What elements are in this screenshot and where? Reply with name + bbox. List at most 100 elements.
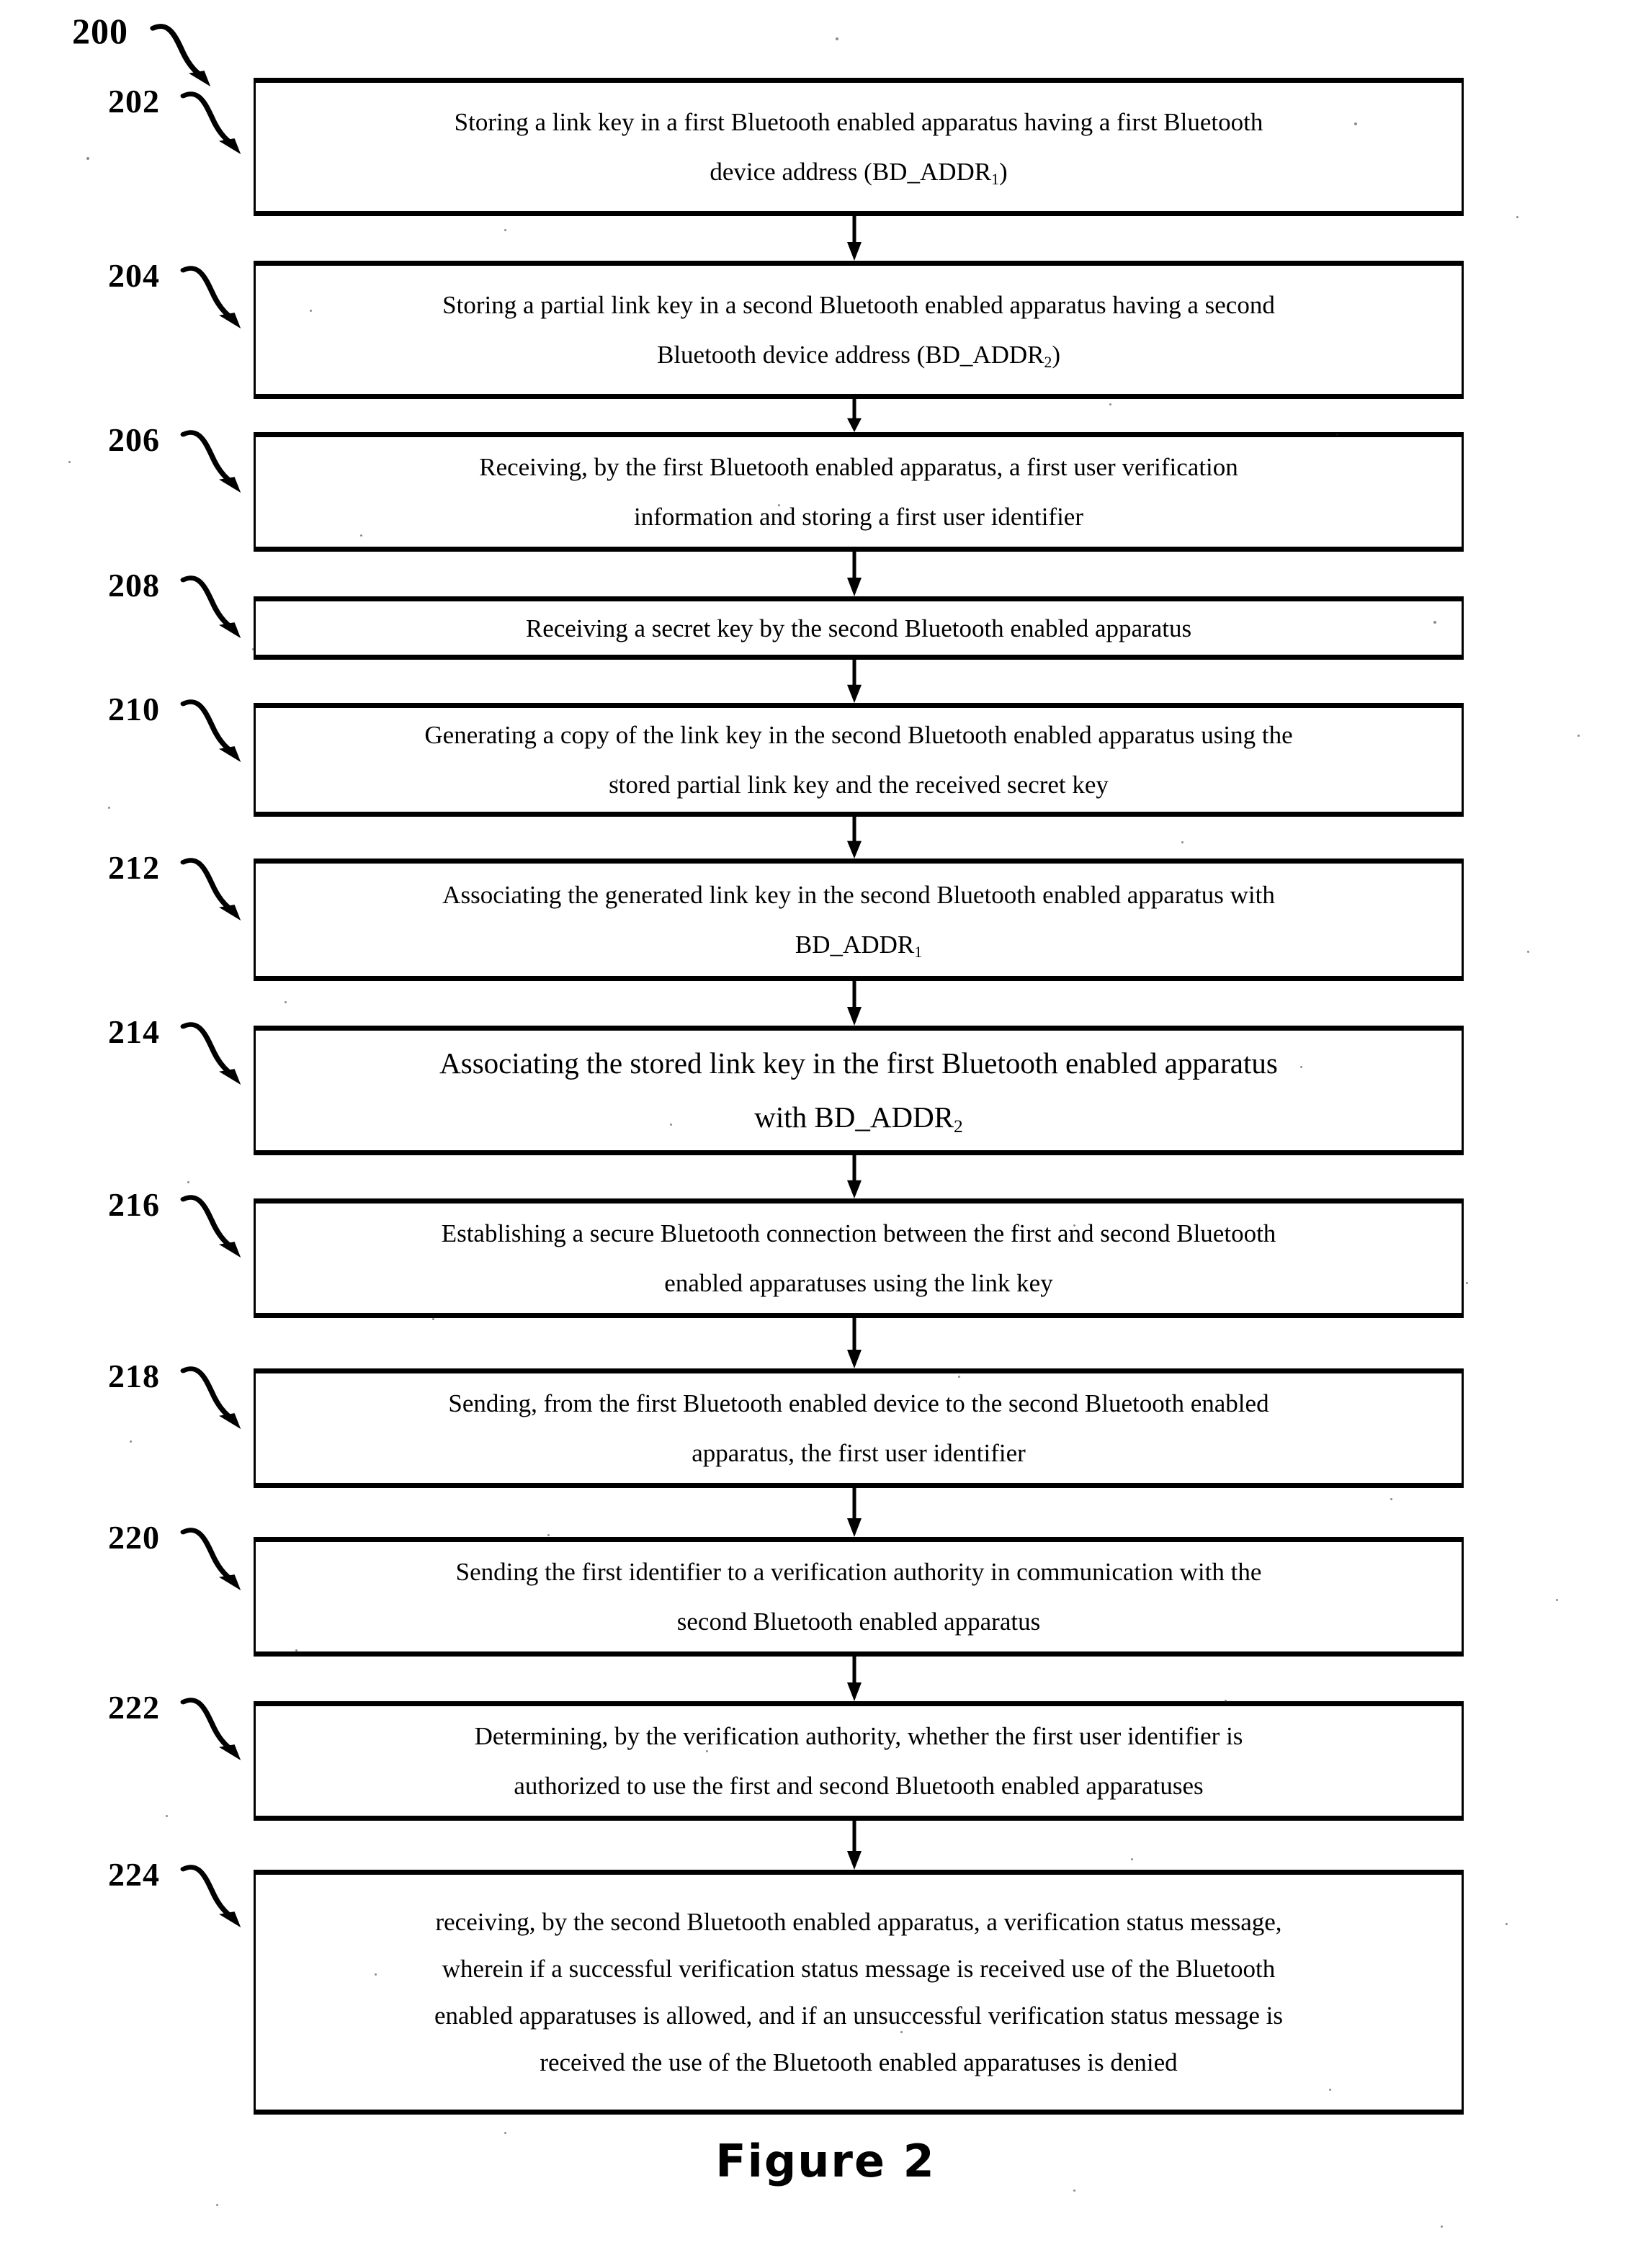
- process-box-216-line-2: enabled apparatuses using the link key: [664, 1269, 1053, 1297]
- process-box-224: receiving, by the second Bluetooth enabl…: [254, 1870, 1464, 2115]
- process-box-212: Associating the generated link key in th…: [254, 859, 1464, 981]
- connector-arrow-212-to-214: [847, 981, 862, 1026]
- scan-speck: [1527, 951, 1529, 953]
- scan-speck: [706, 1750, 708, 1752]
- reference-number-204: 204: [108, 257, 160, 294]
- process-box-202-line-2: device address (BD_ADDR1): [710, 158, 1008, 189]
- reference-number-208: 208: [108, 567, 160, 604]
- process-box-220-line-2: second Bluetooth enabled apparatus: [676, 1608, 1041, 1636]
- process-box-204-line-2: Bluetooth device address (BD_ADDR2): [656, 341, 1061, 372]
- reference-number-212: 212: [108, 849, 160, 886]
- process-box-214-line-2: with BD_ADDR2: [754, 1101, 963, 1137]
- leader-arrow-220: [180, 1528, 241, 1591]
- reference-number-224: 224: [108, 1856, 160, 1893]
- connector-arrow-216-to-218: [847, 1318, 862, 1368]
- scan-speck: [1390, 1498, 1392, 1500]
- connector-arrow-222-to-224: [847, 1821, 862, 1870]
- scan-speck: [1578, 735, 1580, 737]
- process-box-222-line-1: Determining, by the verification authori…: [474, 1722, 1243, 1750]
- connector-arrow-220-to-222: [847, 1657, 862, 1701]
- process-box-222: Determining, by the verification authori…: [254, 1701, 1464, 1821]
- process-box-218-line-2: apparatus, the first user identifier: [692, 1439, 1026, 1467]
- scan-speck: [1109, 403, 1111, 405]
- connector-arrow-202-to-204: [847, 216, 862, 261]
- process-box-212-line-2: BD_ADDR1: [795, 931, 923, 962]
- scan-speck: [310, 310, 312, 312]
- scan-speck: [504, 2132, 506, 2134]
- leader-arrow-210: [180, 699, 241, 763]
- process-box-210-line-1: Generating a copy of the link key in the…: [424, 721, 1293, 749]
- process-box-208: Receiving a secret key by the second Blu…: [254, 596, 1464, 660]
- scan-speck: [547, 1534, 550, 1536]
- scan-speck: [216, 2204, 218, 2206]
- scan-speck: [1516, 216, 1518, 218]
- scan-speck: [1505, 1923, 1508, 1925]
- scan-speck: [285, 1001, 287, 1003]
- process-box-214-line-1: Associating the stored link key in the f…: [439, 1046, 1278, 1080]
- scan-speck: [1466, 1282, 1468, 1284]
- process-box-206-line-2: information and storing a first user ide…: [633, 503, 1083, 531]
- patent-figure-sheet: Storing a link key in a first Bluetooth …: [0, 0, 1651, 2268]
- scan-speck: [778, 504, 780, 506]
- process-box-210: Generating a copy of the link key in the…: [254, 703, 1464, 817]
- scan-speck: [108, 807, 110, 809]
- reference-number-200: 200: [72, 11, 128, 51]
- process-box-206-line-1: Receiving, by the first Bluetooth enable…: [479, 453, 1238, 481]
- scan-speck: [504, 229, 506, 231]
- scan-speck: [670, 1124, 672, 1126]
- process-box-224-line-2: wherein if a successful verification sta…: [442, 1955, 1276, 1983]
- scan-speck: [1336, 434, 1338, 436]
- leader-arrow-200: [150, 24, 211, 87]
- scan-speck: [252, 648, 254, 650]
- process-box-224-line-4: received the use of the Bluetooth enable…: [540, 2048, 1178, 2076]
- process-box-212-line-1: Associating the generated link key in th…: [442, 881, 1275, 909]
- leader-arrow-206: [180, 430, 241, 493]
- process-box-204: Storing a partial link key in a second B…: [254, 261, 1464, 399]
- connector-arrow-206-to-208: [847, 552, 862, 596]
- scan-speck: [1354, 122, 1357, 125]
- process-box-208-line-1: Receiving a secret key by the second Blu…: [525, 614, 1192, 642]
- scan-speck: [68, 461, 71, 463]
- scan-speck: [836, 37, 838, 40]
- process-box-222-line-2: authorized to use the first and second B…: [514, 1772, 1204, 1800]
- scan-speck: [958, 1376, 960, 1378]
- connector-arrow-214-to-216: [847, 1155, 862, 1198]
- reference-number-220: 220: [108, 1519, 160, 1556]
- leader-arrow-204: [180, 266, 241, 329]
- scan-speck: [166, 1815, 168, 1817]
- leader-arrow-222: [180, 1698, 241, 1761]
- process-box-218-line-1: Sending, from the first Bluetooth enable…: [448, 1389, 1269, 1417]
- leader-arrow-214: [180, 1022, 241, 1085]
- scan-speck: [1073, 1224, 1075, 1227]
- leader-arrow-212: [180, 858, 241, 921]
- leader-arrow-216: [180, 1195, 241, 1258]
- process-box-202-line-1: Storing a link key in a first Bluetooth …: [454, 108, 1263, 136]
- leader-arrow-218: [180, 1366, 241, 1430]
- scan-speck: [432, 1318, 434, 1320]
- process-box-220: Sending the first identifier to a verifi…: [254, 1537, 1464, 1657]
- scan-speck: [86, 157, 89, 160]
- reference-number-210: 210: [108, 691, 160, 727]
- connector-arrow-218-to-220: [847, 1488, 862, 1537]
- scan-speck: [475, 900, 478, 902]
- scan-speck: [900, 2031, 903, 2033]
- scan-speck: [1131, 1858, 1133, 1860]
- leader-arrow-202: [180, 91, 241, 155]
- reference-number-202: 202: [108, 83, 160, 120]
- scan-speck: [1441, 2226, 1443, 2228]
- process-box-214: Associating the stored link key in the f…: [254, 1026, 1464, 1155]
- scan-speck: [375, 1973, 377, 1976]
- scan-speck: [187, 1181, 189, 1183]
- scan-speck: [1181, 841, 1184, 843]
- scan-speck: [360, 534, 362, 537]
- process-box-224-line-3: enabled apparatuses is allowed, and if a…: [434, 2002, 1283, 2030]
- process-box-204-line-1: Storing a partial link key in a second B…: [442, 291, 1275, 319]
- connector-arrow-208-to-210: [847, 660, 862, 703]
- reference-number-206: 206: [108, 421, 160, 458]
- scan-speck: [295, 1649, 297, 1651]
- process-box-216: Establishing a secure Bluetooth connecti…: [254, 1198, 1464, 1318]
- process-box-220-line-1: Sending the first identifier to a verifi…: [455, 1558, 1262, 1586]
- process-box-216-line-1: Establishing a secure Bluetooth connecti…: [441, 1219, 1276, 1247]
- scan-speck: [1329, 2089, 1331, 2091]
- process-box-202: Storing a link key in a first Bluetooth …: [254, 78, 1464, 216]
